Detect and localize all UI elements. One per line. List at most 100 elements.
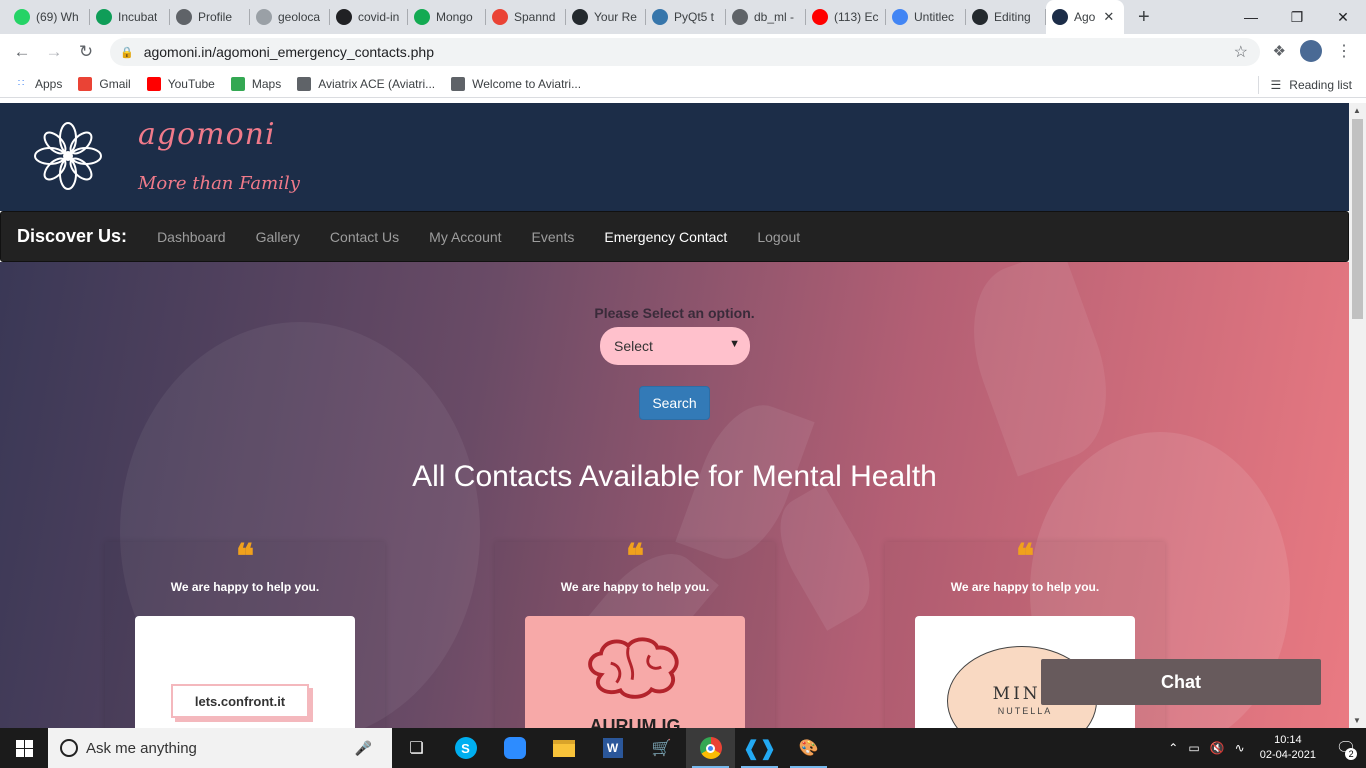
address-bar[interactable]: 🔒 agomoni.in/agomoni_emergency_contacts.…: [110, 38, 1260, 66]
forward-icon[interactable]: →: [38, 42, 70, 62]
task-view-icon[interactable]: ❏: [392, 728, 441, 768]
close-window-button[interactable]: ✕: [1320, 0, 1366, 34]
chat-button[interactable]: Chat: [1041, 659, 1321, 705]
tab-favicon-icon: [256, 9, 272, 25]
bookmark-label: Aviatrix ACE (Aviatri...: [318, 76, 436, 91]
clock-time: 10:14: [1274, 734, 1302, 746]
option-select[interactable]: Select ▼: [600, 327, 750, 365]
nav-link-contact-us[interactable]: Contact Us: [315, 229, 414, 245]
quote-icon: ❝: [235, 537, 255, 577]
section-title: All Contacts Available for Mental Health: [412, 460, 937, 493]
clock-date: 02-04-2021: [1259, 749, 1316, 761]
nav-link-dashboard[interactable]: Dashboard: [142, 229, 241, 245]
browser-tab[interactable]: geoloca: [250, 0, 330, 34]
browser-tab[interactable]: (69) Wh: [8, 0, 90, 34]
contact-logo-image[interactable]: lets.confront.it: [135, 616, 355, 728]
taskbar-search-placeholder: Ask me anything: [86, 739, 197, 757]
scroll-up-icon[interactable]: ▲: [1353, 106, 1361, 115]
maximize-button[interactable]: ❐: [1274, 0, 1320, 34]
bookmark-item[interactable]: Gmail: [78, 76, 131, 91]
notification-count: 2: [1345, 748, 1358, 760]
close-tab-icon[interactable]: ✕: [1103, 9, 1114, 25]
notification-center-icon[interactable]: 🗨 2: [1326, 738, 1366, 760]
scrollbar-thumb[interactable]: [1352, 119, 1363, 319]
windows-start-button[interactable]: [0, 728, 48, 768]
browser-tab[interactable]: Spannd: [486, 0, 566, 34]
contact-logo-image[interactable]: AURUM IG: [525, 616, 745, 728]
brand-tagline: More than Family: [138, 173, 300, 194]
reading-list-button[interactable]: ☰ Reading list: [1258, 76, 1352, 94]
flower-logo-icon: [34, 122, 102, 190]
tray-chevron-icon[interactable]: ⌃: [1168, 741, 1178, 755]
logo-text: lets.confront.it: [171, 684, 309, 718]
tab-favicon-icon: [652, 9, 668, 25]
lock-icon[interactable]: 🔒: [120, 46, 134, 59]
bookmark-item[interactable]: ∷ Apps: [14, 77, 63, 91]
file-explorer-icon[interactable]: [539, 728, 588, 768]
nav-link-logout[interactable]: Logout: [742, 229, 815, 245]
microphone-icon[interactable]: 🎤: [355, 740, 372, 757]
tab-title: (69) Wh: [36, 10, 79, 24]
reading-list-label: Reading list: [1289, 78, 1352, 92]
back-icon[interactable]: ←: [6, 42, 38, 62]
quote-icon: ❝: [625, 537, 645, 577]
system-tray: ⌃ ▭ 🔇 ∿ 10:14 02-04-2021 🗨 2: [1163, 728, 1366, 768]
paint-icon[interactable]: 🎨: [784, 728, 833, 768]
browser-tab[interactable]: Incubat: [90, 0, 170, 34]
bookmark-label: Welcome to Aviatri...: [472, 76, 582, 91]
bookmark-star-icon[interactable]: ☆: [1234, 42, 1248, 62]
browser-menu-icon[interactable]: ⋮: [1336, 41, 1352, 61]
browser-tab[interactable]: Untitlec: [886, 0, 966, 34]
word-icon[interactable]: W: [588, 728, 637, 768]
bookmark-item[interactable]: Aviatrix ACE (Aviatri...: [297, 76, 436, 91]
search-button[interactable]: Search: [639, 386, 710, 420]
browser-tab-strip: (69) Wh Incubat Profile geoloca covid-in Mong…: [0, 0, 1366, 34]
reload-icon[interactable]: ↻: [70, 42, 102, 62]
tab-favicon-icon: [1052, 9, 1068, 25]
tab-title: geoloca: [278, 10, 321, 24]
browser-tab[interactable]: covid-in: [330, 0, 408, 34]
browser-tab[interactable]: Mongo: [408, 0, 486, 34]
nav-link-gallery[interactable]: Gallery: [241, 229, 315, 245]
scroll-down-icon[interactable]: ▼: [1353, 716, 1361, 725]
store-icon[interactable]: 🛒: [637, 728, 686, 768]
nav-link-emergency-contact[interactable]: Emergency Contact: [589, 229, 742, 245]
browser-tab[interactable]: PyQt5 t: [646, 0, 726, 34]
zoom-icon[interactable]: [490, 728, 539, 768]
profile-avatar[interactable]: [1300, 40, 1322, 62]
tab-favicon-icon: [812, 9, 828, 25]
browser-tab[interactable]: Editing: [966, 0, 1046, 34]
extensions-icon[interactable]: ❖: [1273, 42, 1286, 60]
tab-favicon-icon: [972, 9, 988, 25]
minimize-button[interactable]: —: [1228, 0, 1274, 34]
nav-link-my-account[interactable]: My Account: [414, 229, 516, 245]
browser-tab[interactable]: (113) Ec: [806, 0, 886, 34]
browser-tab[interactable]: Your Re: [566, 0, 646, 34]
browser-tab[interactable]: Profile: [170, 0, 250, 34]
volume-muted-icon[interactable]: 🔇: [1210, 741, 1225, 755]
chrome-icon[interactable]: [686, 728, 735, 768]
skype-icon[interactable]: S: [441, 728, 490, 768]
bookmark-icon: [451, 76, 466, 91]
quote-icon: ❝: [1015, 537, 1035, 577]
vscode-icon[interactable]: ❰❱: [735, 728, 784, 768]
logo-subtext: NUTELLA: [997, 706, 1053, 716]
bookmark-item[interactable]: Maps: [230, 76, 281, 91]
bookmark-icon: ∷: [17, 78, 25, 89]
nav-link-events[interactable]: Events: [517, 229, 590, 245]
battery-icon[interactable]: ▭: [1188, 741, 1199, 755]
tab-favicon-icon: [892, 9, 908, 25]
bookmark-label: Gmail: [99, 76, 131, 91]
wifi-icon[interactable]: ∿: [1235, 741, 1245, 755]
taskbar-search[interactable]: Ask me anything 🎤: [48, 728, 392, 768]
browser-tab[interactable]: Ago ✕: [1046, 0, 1124, 34]
page-scrollbar[interactable]: ▲ ▼: [1349, 103, 1366, 728]
new-tab-button[interactable]: +: [1138, 6, 1150, 29]
tab-favicon-icon: [572, 9, 588, 25]
tab-title: Untitlec: [914, 10, 955, 24]
system-clock[interactable]: 10:14 02-04-2021: [1260, 733, 1316, 763]
browser-tab[interactable]: db_ml -: [726, 0, 806, 34]
bookmark-item[interactable]: YouTube: [146, 76, 215, 91]
bookmark-item[interactable]: Welcome to Aviatri...: [451, 76, 582, 91]
tab-title: PyQt5 t: [674, 10, 715, 24]
